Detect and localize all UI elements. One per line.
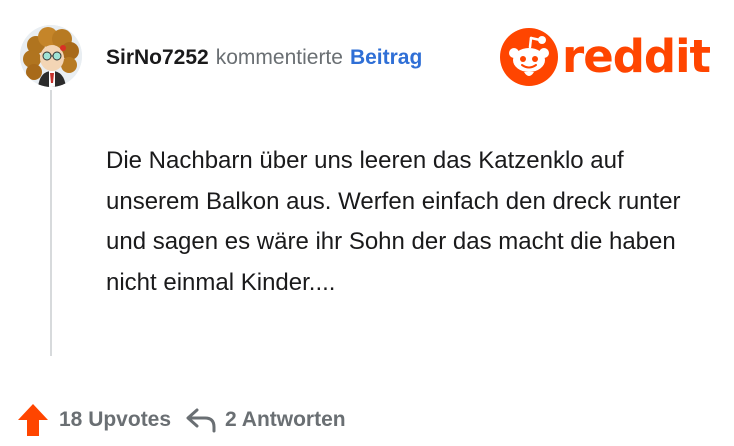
username[interactable]: SirNo7252 <box>106 43 209 73</box>
reddit-snoo-icon <box>500 28 558 86</box>
reply-arrow-icon[interactable] <box>185 406 217 434</box>
upvote-count: 18 Upvotes <box>59 408 172 431</box>
reddit-logo: reddit <box>500 28 711 86</box>
post-link[interactable]: Beitrag <box>350 43 422 73</box>
avatar[interactable] <box>20 25 82 87</box>
thread-line[interactable] <box>50 90 52 356</box>
comment-card: SirNo7252 kommentierte Beitrag reddit Di… <box>0 0 734 446</box>
reddit-wordmark: reddit <box>562 30 711 83</box>
comment-header: SirNo7252 kommentierte Beitrag <box>106 43 422 73</box>
comment-body: Die Nachbarn über uns leeren das Katzenk… <box>106 147 681 296</box>
comment-actions: 18 Upvotes 2 Antworten <box>17 400 346 440</box>
avatar-illustration <box>20 25 82 87</box>
upvote-button[interactable]: 18 Upvotes <box>17 403 171 437</box>
reply-count: 2 Antworten <box>225 408 346 431</box>
action-text: kommentierte <box>215 46 343 69</box>
reply-button[interactable]: 2 Antworten <box>185 406 346 434</box>
upvote-arrow-icon[interactable] <box>17 403 49 437</box>
